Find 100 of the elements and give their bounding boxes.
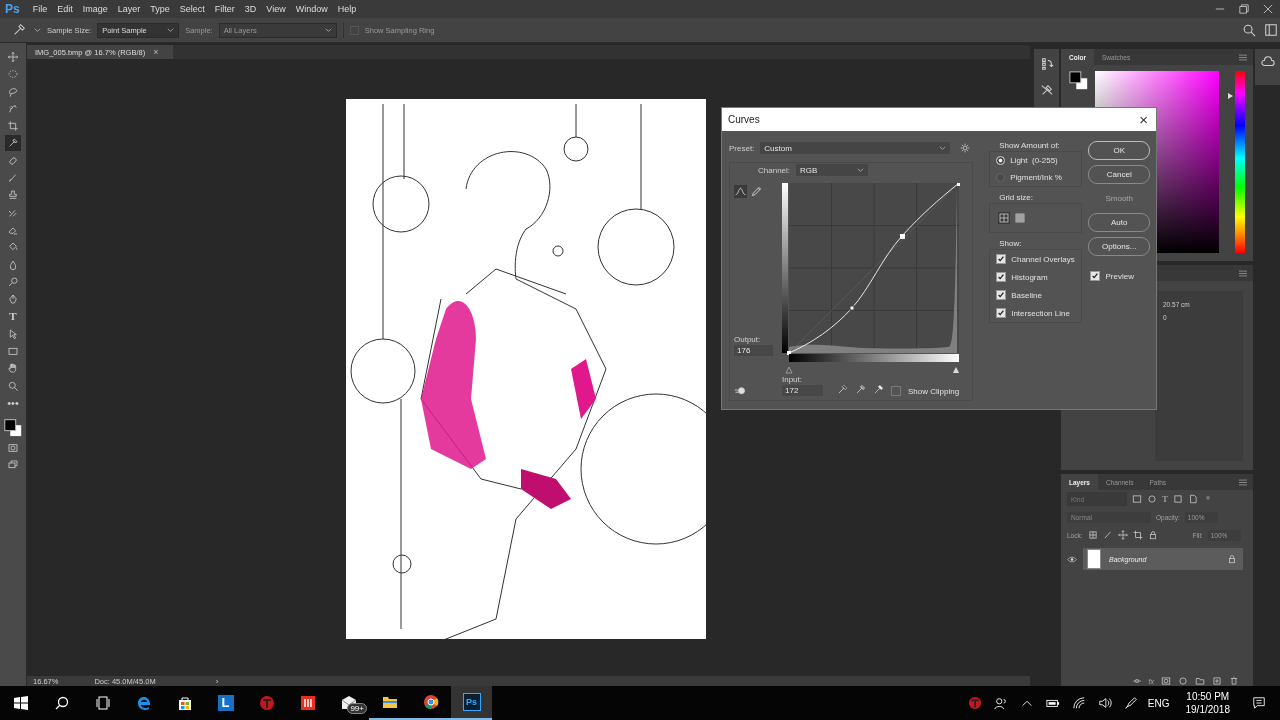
restore-icon[interactable] — [1239, 4, 1249, 14]
cloud-icon[interactable] — [1260, 55, 1275, 69]
close-button[interactable]: × — [1139, 112, 1148, 127]
menu-item[interactable]: Edit — [52, 4, 78, 14]
eyedropper-icon[interactable] — [855, 384, 866, 395]
taskbar-button[interactable]: Ps — [451, 686, 492, 720]
radio-button[interactable] — [996, 156, 1006, 165]
type-filter-icon[interactable]: T — [1162, 494, 1168, 504]
input-field[interactable]: 172 — [782, 385, 823, 396]
more-tools-icon[interactable]: ••• — [5, 394, 21, 411]
hue-marker[interactable] — [1228, 93, 1233, 100]
channel-dropdown[interactable]: RGB — [796, 164, 869, 176]
move-icon[interactable] — [1117, 530, 1128, 540]
count-badge: 99+ — [347, 703, 367, 714]
people-icon[interactable] — [993, 696, 1008, 710]
volume-icon[interactable] — [1097, 696, 1112, 710]
app-icon[interactable]: L — [217, 695, 234, 711]
taskbar-button[interactable]: L — [205, 686, 246, 720]
mask-icon[interactable] — [1161, 676, 1171, 686]
folder-icon[interactable] — [381, 694, 398, 710]
menu-item[interactable]: Type — [145, 4, 175, 14]
new-layer-icon[interactable] — [1212, 676, 1222, 686]
dialog-button[interactable]: OK — [1088, 141, 1150, 160]
curve-icon[interactable] — [734, 185, 747, 198]
clock-time[interactable]: 10:50 PM — [1186, 690, 1230, 703]
eye-icon[interactable] — [1067, 555, 1077, 563]
brush-icon[interactable] — [1102, 530, 1113, 540]
store-icon[interactable] — [176, 695, 193, 711]
checkbox-label: Histogram — [1011, 272, 1048, 282]
panel-menu-icon[interactable] — [1239, 478, 1247, 486]
notification-icon[interactable] — [1252, 696, 1266, 710]
shape-icon[interactable] — [1173, 494, 1183, 504]
dialog-button[interactable]: Options... — [1088, 237, 1150, 256]
menu-item[interactable]: View — [261, 4, 291, 14]
caret-icon[interactable] — [34, 26, 41, 34]
menu-item[interactable]: Image — [77, 4, 113, 14]
checkbox[interactable] — [1090, 271, 1101, 281]
round-app-icon[interactable] — [258, 695, 275, 711]
tray-app-icon[interactable] — [967, 696, 982, 710]
striped-app-icon[interactable] — [299, 695, 316, 711]
trash-icon[interactable] — [1229, 676, 1239, 686]
move-icon[interactable] — [5, 49, 21, 65]
color-swatches-icon[interactable] — [3, 416, 23, 439]
pencil-icon[interactable] — [750, 185, 763, 198]
menu-item[interactable]: Window — [290, 4, 333, 14]
taskbar-button[interactable]: 99+ — [328, 686, 369, 720]
preset-dropdown[interactable]: Custom — [760, 142, 951, 154]
clock-date[interactable]: 19/1/2018 — [1185, 703, 1230, 716]
pen-icon[interactable] — [1123, 696, 1138, 710]
language-indicator[interactable]: ENG — [1147, 697, 1170, 709]
task-view-icon[interactable] — [94, 695, 111, 711]
menu-item[interactable]: Layer — [112, 4, 146, 14]
dialog-button[interactable]: Cancel — [1088, 165, 1150, 184]
menu-item[interactable]: Filter — [209, 4, 240, 14]
brush-settings-icon[interactable] — [1039, 83, 1054, 97]
color-swatches-icon[interactable] — [1069, 71, 1089, 91]
close-icon[interactable] — [1263, 4, 1273, 14]
app-icon[interactable]: Ps — [462, 693, 481, 711]
search-icon[interactable] — [53, 695, 70, 711]
menu-item[interactable]: Help — [332, 4, 362, 14]
eyedropper-icon[interactable] — [837, 384, 848, 395]
windows-logo-icon[interactable] — [12, 695, 29, 711]
menu-item[interactable]: 3D — [239, 4, 262, 14]
workspace-icon[interactable] — [1264, 23, 1278, 37]
hand-target-icon[interactable] — [734, 384, 746, 396]
panel-menu-icon[interactable] — [1239, 269, 1247, 277]
checkbox[interactable] — [996, 272, 1007, 282]
checkbox[interactable] — [996, 290, 1007, 300]
checker-icon[interactable] — [1087, 530, 1098, 540]
checkbox[interactable] — [996, 254, 1007, 264]
wifi-icon[interactable] — [1071, 696, 1086, 710]
curves-graph-drawing[interactable] — [782, 183, 960, 375]
eyedropper-icon[interactable] — [873, 384, 884, 395]
lock-icon[interactable] — [1227, 554, 1237, 564]
output-field[interactable]: 176 — [734, 345, 773, 356]
browser-icon[interactable] — [422, 694, 439, 710]
status-menu-arrow[interactable]: › — [215, 676, 219, 686]
panel-menu-icon[interactable] — [1239, 53, 1247, 61]
artboard-icon[interactable] — [1132, 530, 1143, 540]
history-icon[interactable] — [1039, 57, 1054, 71]
grid-icon[interactable] — [998, 212, 1011, 224]
lock-icon[interactable] — [1147, 530, 1158, 540]
checkbox[interactable] — [891, 386, 901, 396]
adjustment-icon[interactable] — [1178, 676, 1188, 686]
menu-item[interactable]: Select — [174, 4, 210, 14]
image-icon[interactable] — [1132, 494, 1142, 504]
link-icon[interactable] — [1131, 676, 1142, 686]
search-icon[interactable] — [1242, 23, 1256, 37]
eyedropper-icon[interactable] — [5, 135, 21, 152]
browser-icon[interactable] — [135, 695, 152, 711]
eyedropper-icon[interactable] — [12, 23, 26, 37]
menu-item[interactable]: File — [27, 4, 53, 14]
settings-icon[interactable] — [960, 143, 971, 153]
caret-icon — [857, 166, 865, 174]
document-icon[interactable] — [1188, 494, 1198, 504]
dialog-button[interactable]: Auto — [1088, 213, 1150, 232]
type-tool-icon[interactable]: T — [5, 308, 21, 325]
half-circle-icon[interactable] — [1147, 494, 1157, 504]
dialog-title: Curves — [728, 114, 760, 125]
checkbox[interactable] — [996, 308, 1007, 318]
